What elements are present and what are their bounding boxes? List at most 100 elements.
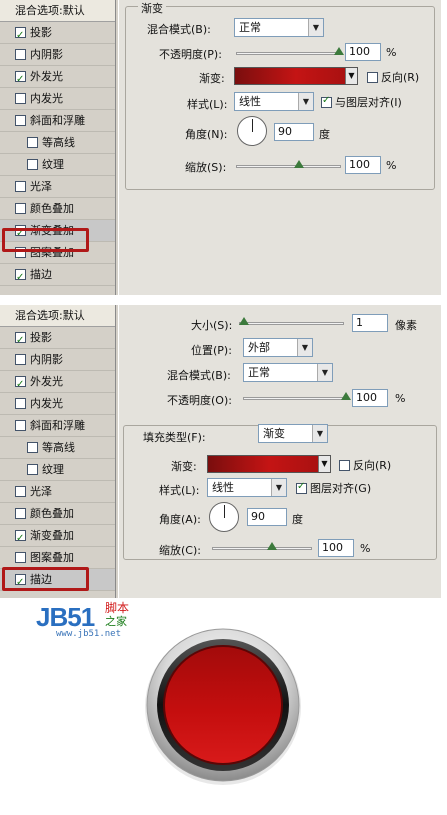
position-select[interactable]: 外部 ▼ <box>243 338 313 357</box>
checkbox[interactable] <box>321 95 332 108</box>
style-select[interactable]: 线性 ▼ <box>234 92 314 111</box>
blending-options-item[interactable]: 混合选项:默认 <box>0 305 115 327</box>
checkbox[interactable] <box>15 486 26 497</box>
align-with-layer-checkbox[interactable]: 与图层对齐(I) <box>321 94 402 110</box>
size-slider-thumb[interactable] <box>239 317 249 325</box>
checkbox[interactable] <box>15 49 26 60</box>
angle-input[interactable]: 90 <box>247 508 287 526</box>
scale-label: 缩放(S): <box>185 161 227 174</box>
sidebar-item-outer-glow[interactable]: 外发光 <box>0 66 115 91</box>
select-value: 外部 <box>248 341 270 354</box>
sidebar-item-inner-glow[interactable]: 内发光 <box>0 393 115 415</box>
scale-slider[interactable] <box>212 547 312 550</box>
sidebar-item-bevel-emboss[interactable]: 斜面和浮雕 <box>0 415 115 437</box>
sidebar-item-label: 颜色叠加 <box>30 506 74 520</box>
reverse-checkbox[interactable]: 反向(R) <box>339 457 391 473</box>
opacity-input[interactable]: 100 <box>352 389 388 407</box>
sidebar-item-pattern-overlay[interactable]: 图案叠加 <box>0 547 115 569</box>
checkbox[interactable] <box>296 481 307 494</box>
checkbox[interactable] <box>27 137 38 148</box>
checkbox[interactable] <box>15 552 26 563</box>
sidebar-item-texture[interactable]: 纹理 <box>0 154 115 176</box>
sidebar-item-inner-shadow[interactable]: 内阴影 <box>0 44 115 66</box>
size-slider[interactable] <box>239 322 344 325</box>
opacity-input[interactable]: 100 <box>345 43 381 61</box>
sidebar-item-label: 纹理 <box>42 157 64 171</box>
size-label: 大小(S): <box>191 319 233 332</box>
checkbox[interactable] <box>27 464 38 475</box>
blend-mode-label: 混合模式(B): <box>167 369 231 382</box>
sidebar-item-inner-glow[interactable]: 内发光 <box>0 88 115 110</box>
sidebar-item-texture[interactable]: 纹理 <box>0 459 115 481</box>
sidebar-item-satin[interactable]: 光泽 <box>0 176 115 198</box>
chevron-down-icon: ▼ <box>298 93 313 110</box>
sidebar-item-outer-glow[interactable]: 外发光 <box>0 371 115 396</box>
blending-options-item[interactable]: 混合选项:默认 <box>0 0 115 22</box>
checkbox[interactable] <box>15 354 26 365</box>
checkbox[interactable] <box>15 508 26 519</box>
scale-slider-thumb[interactable] <box>294 160 304 168</box>
angle-dial[interactable] <box>209 502 239 532</box>
checkbox[interactable] <box>15 93 26 104</box>
sidebar-item-satin[interactable]: 光泽 <box>0 481 115 503</box>
checkbox[interactable] <box>27 159 38 170</box>
sidebar-item-contour[interactable]: 等高线 <box>0 132 115 154</box>
separator <box>0 295 447 305</box>
scale-input[interactable]: 100 <box>318 539 354 557</box>
sidebar-item-drop-shadow[interactable]: 投影 <box>0 22 115 47</box>
align-label: 与图层对齐(I) <box>335 96 402 109</box>
angle-input[interactable]: 90 <box>274 123 314 141</box>
checkbox[interactable] <box>15 398 26 409</box>
blend-mode-select[interactable]: 正常 ▼ <box>243 363 333 382</box>
checkbox[interactable] <box>15 115 26 126</box>
fill-type-select[interactable]: 渐变 ▼ <box>258 424 328 443</box>
chevron-down-icon: ▼ <box>312 425 327 442</box>
group-title: 渐变 <box>138 0 166 16</box>
sidebar-item-bevel-emboss[interactable]: 斜面和浮雕 <box>0 110 115 132</box>
style-select[interactable]: 线性 ▼ <box>207 478 287 497</box>
align-with-layer-checkbox[interactable]: 图层对齐(G) <box>296 480 371 496</box>
sidebar-item-color-overlay[interactable]: 颜色叠加 <box>0 503 115 525</box>
sidebar-item-label: 投影 <box>30 25 52 39</box>
chevron-down-icon[interactable]: ▼ <box>345 68 357 84</box>
scale-input[interactable]: 100 <box>345 156 381 174</box>
percent-label: % <box>395 392 406 405</box>
checkbox[interactable] <box>15 181 26 192</box>
checkbox[interactable] <box>367 71 378 83</box>
size-input[interactable]: 1 <box>352 314 388 332</box>
checkbox[interactable] <box>15 267 26 289</box>
checkbox[interactable] <box>15 203 26 214</box>
opacity-slider[interactable] <box>236 52 341 55</box>
sidebar-item-gradient-overlay[interactable]: 渐变叠加 <box>0 525 115 550</box>
opacity-slider-thumb[interactable] <box>341 392 351 400</box>
sidebar-item-inner-shadow[interactable]: 内阴影 <box>0 349 115 371</box>
scale-slider-thumb[interactable] <box>267 542 277 550</box>
sidebar-item-stroke[interactable]: 描边 <box>0 264 115 289</box>
sidebar-item-contour[interactable]: 等高线 <box>0 437 115 459</box>
sidebar-item-drop-shadow[interactable]: 投影 <box>0 327 115 352</box>
angle-dial[interactable] <box>237 116 267 146</box>
checkbox[interactable] <box>15 374 26 396</box>
settings-area: 渐变 混合模式(B): 正常 ▼ 不透明度(P): 100 % 渐变: ▼ 反向(… <box>118 0 441 295</box>
checkbox[interactable] <box>15 528 26 550</box>
sidebar-item-color-overlay[interactable]: 颜色叠加 <box>0 198 115 220</box>
checkbox[interactable] <box>15 330 26 352</box>
reverse-checkbox[interactable]: 反向(R) <box>367 69 419 85</box>
blend-mode-select[interactable]: 正常 ▼ <box>234 18 324 37</box>
sidebar-item-label: 外发光 <box>30 69 63 83</box>
opacity-slider[interactable] <box>243 397 348 400</box>
chevron-down-icon: ▼ <box>297 339 312 356</box>
checkbox[interactable] <box>339 459 350 471</box>
sidebar-item-label: 光泽 <box>30 179 52 193</box>
chevron-down-icon[interactable]: ▼ <box>318 456 330 472</box>
checkbox[interactable] <box>15 69 26 91</box>
opacity-slider-thumb[interactable] <box>334 47 344 55</box>
sidebar-item-label: 纹理 <box>42 462 64 476</box>
scale-slider[interactable] <box>236 165 341 168</box>
checkbox[interactable] <box>15 25 26 47</box>
style-label: 样式(L): <box>159 484 200 497</box>
gradient-swatch[interactable]: ▼ <box>207 455 331 473</box>
checkbox[interactable] <box>15 420 26 431</box>
gradient-swatch[interactable]: ▼ <box>234 67 358 85</box>
checkbox[interactable] <box>27 442 38 453</box>
